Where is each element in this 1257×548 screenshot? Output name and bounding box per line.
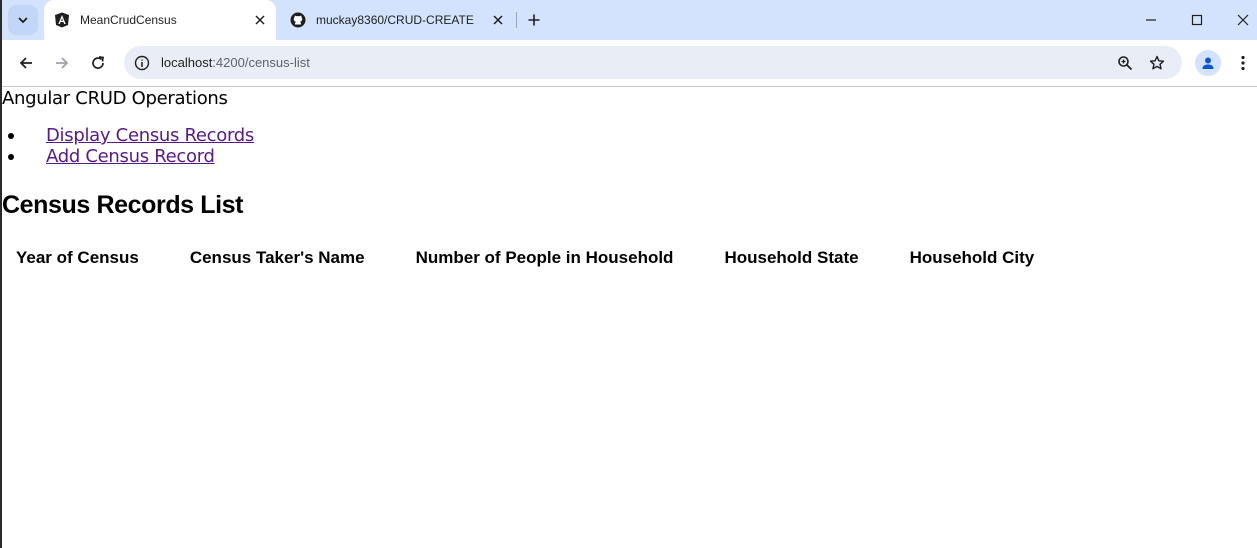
forward-button[interactable] [48, 49, 76, 77]
minimize-icon [1146, 19, 1156, 21]
minimize-button[interactable] [1136, 6, 1166, 34]
app-title: Angular CRUD Operations [2, 88, 228, 109]
tab-title: muckay8360/CRUD-CREATE [316, 13, 474, 27]
close-window-button[interactable] [1228, 6, 1257, 34]
add-census-record-link[interactable]: Add Census Record [46, 146, 215, 167]
nav-list: Display Census Records Add Census Record [8, 125, 254, 167]
close-icon[interactable] [250, 10, 270, 30]
url-host: localhost [161, 55, 213, 70]
tab-meancrudcensus[interactable]: MeanCrudCensus [44, 0, 276, 40]
chevron-down-icon [18, 17, 28, 24]
column-header-city: Household City [909, 248, 1035, 267]
close-icon[interactable] [488, 10, 508, 30]
column-header-taker-name: Census Taker's Name [189, 248, 365, 267]
zoom-icon[interactable] [1114, 52, 1136, 74]
close-icon [1237, 14, 1249, 26]
plus-icon [528, 14, 540, 26]
tab-github[interactable]: muckay8360/CRUD-CREATE [282, 0, 514, 40]
profile-avatar[interactable] [1195, 50, 1221, 76]
column-header-state: Household State [724, 248, 859, 267]
tab-separator [516, 12, 517, 28]
page-title: Census Records List [2, 191, 244, 219]
site-info-icon[interactable] [132, 53, 152, 73]
url-path: :4200/census-list [212, 55, 310, 70]
arrow-left-icon [19, 57, 32, 69]
arrow-right-icon [56, 57, 69, 69]
maximize-button[interactable] [1182, 6, 1212, 34]
tab-title: MeanCrudCensus [80, 13, 177, 27]
census-table: Year of Census Census Taker's Name Numbe… [2, 245, 1071, 269]
person-icon [1202, 57, 1214, 69]
browser-toolbar: localhost:4200/census-list [2, 40, 1257, 87]
tab-search-button[interactable] [8, 5, 38, 35]
table-header-row: Year of Census Census Taker's Name Numbe… [2, 245, 1071, 269]
maximize-icon [1191, 14, 1203, 26]
address-bar[interactable]: localhost:4200/census-list [124, 46, 1182, 79]
nav-item-display: Display Census Records [8, 125, 254, 146]
github-icon [290, 12, 306, 28]
browser-menu-button[interactable] [1231, 50, 1255, 76]
column-header-year: Year of Census [16, 248, 139, 267]
page-content: Angular CRUD Operations Display Census R… [2, 87, 1257, 548]
nav-item-add: Add Census Record [8, 146, 254, 167]
new-tab-button[interactable] [522, 8, 546, 32]
column-header-people-count: Number of People in Household [415, 248, 674, 267]
angular-icon [54, 12, 70, 28]
bookmark-star-icon[interactable] [1146, 52, 1168, 74]
url-text[interactable]: localhost:4200/census-list [161, 55, 310, 70]
display-census-records-link[interactable]: Display Census Records [46, 125, 254, 146]
reload-button[interactable] [84, 49, 112, 77]
back-button[interactable] [12, 49, 40, 77]
tab-strip: MeanCrudCensus muckay8360/CRUD-CREATE [2, 0, 1257, 40]
reload-icon [92, 56, 104, 69]
more-vertical-icon [1241, 55, 1245, 71]
